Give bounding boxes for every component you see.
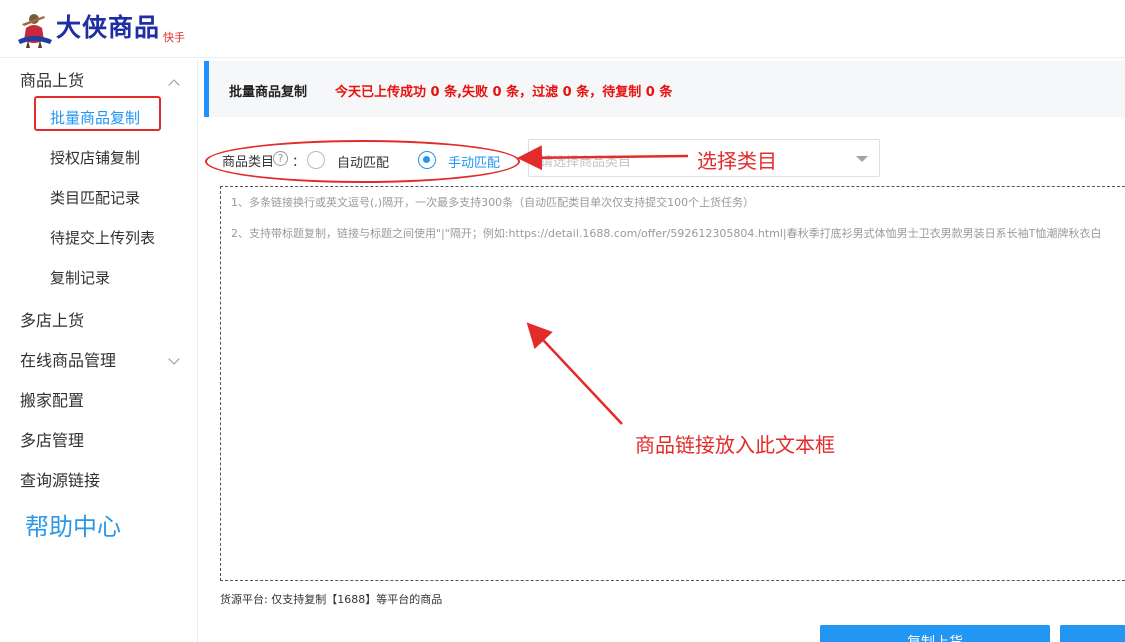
sidebar: 商品上货 批量商品复制 授权店铺复制 类目匹配记录 待提交上传列表 复制记录 多… [0, 59, 198, 642]
annotation-choose-category: 选择类目 [697, 149, 777, 173]
textarea-hint-1: 1、多条链接换行或英文逗号(,)隔开，一次最多支持300条（自动匹配类目单次仅支… [231, 196, 755, 209]
help-center-link[interactable]: 帮助中心 [25, 507, 121, 542]
sidebar-item-migration-config[interactable]: 搬家配置 [20, 387, 84, 411]
notice-title: 批量商品复制 [229, 85, 308, 100]
sidebar-item-pending-upload-list[interactable]: 待提交上传列表 [50, 227, 155, 248]
caret-down-icon [856, 156, 868, 162]
upload-stats: 今天已上传成功 0 条,失败 0 条，过滤 0 条，待复制 0 条 [335, 85, 673, 100]
copy-upload-button[interactable]: 复制上货 [820, 625, 1050, 642]
secondary-button[interactable] [1060, 625, 1125, 642]
sidebar-item-multi-store-upload[interactable]: 多店上货 [20, 307, 84, 331]
notice-bar: 批量商品复制 今天已上传成功 0 条,失败 0 条，过滤 0 条，待复制 0 条 [204, 61, 1125, 117]
swordsman-logo-icon [18, 14, 52, 48]
sidebar-item-product-upload[interactable]: 商品上货 [20, 67, 84, 91]
category-select-placeholder: 请选择商品类目 [540, 155, 632, 170]
sidebar-item-online-products[interactable]: 在线商品管理 [20, 347, 116, 371]
source-platform-note: 货源平台: 仅支持复制【1688】等平台的商品 [220, 593, 443, 606]
app-header: 大侠商品 快手 [0, 0, 1125, 58]
sidebar-item-source-link-query[interactable]: 查询源链接 [20, 467, 100, 491]
textarea-hint-2: 2、支持带标题复制，链接与标题之间使用"|"隔开；例如:https://deta… [231, 227, 1102, 240]
annotation-paste-links: 商品链接放入此文本框 [635, 433, 835, 457]
logo-title: 大侠商品 [56, 13, 161, 42]
chevron-up-icon[interactable] [168, 79, 180, 91]
sidebar-item-category-match-records[interactable]: 类目匹配记录 [50, 187, 140, 208]
sidebar-item-copy-records[interactable]: 复制记录 [50, 267, 110, 288]
product-links-textarea[interactable]: 1、多条链接换行或英文逗号(,)隔开，一次最多支持300条（自动匹配类目单次仅支… [220, 186, 1125, 581]
sidebar-item-multi-store-management[interactable]: 多店管理 [20, 427, 84, 451]
chevron-down-icon[interactable] [168, 353, 180, 365]
sidebar-item-authorized-store-copy[interactable]: 授权店铺复制 [50, 147, 140, 168]
annotation-ellipse [205, 140, 520, 183]
sidebar-item-batch-copy[interactable]: 批量商品复制 [50, 107, 140, 128]
logo-subtitle: 快手 [163, 31, 185, 44]
